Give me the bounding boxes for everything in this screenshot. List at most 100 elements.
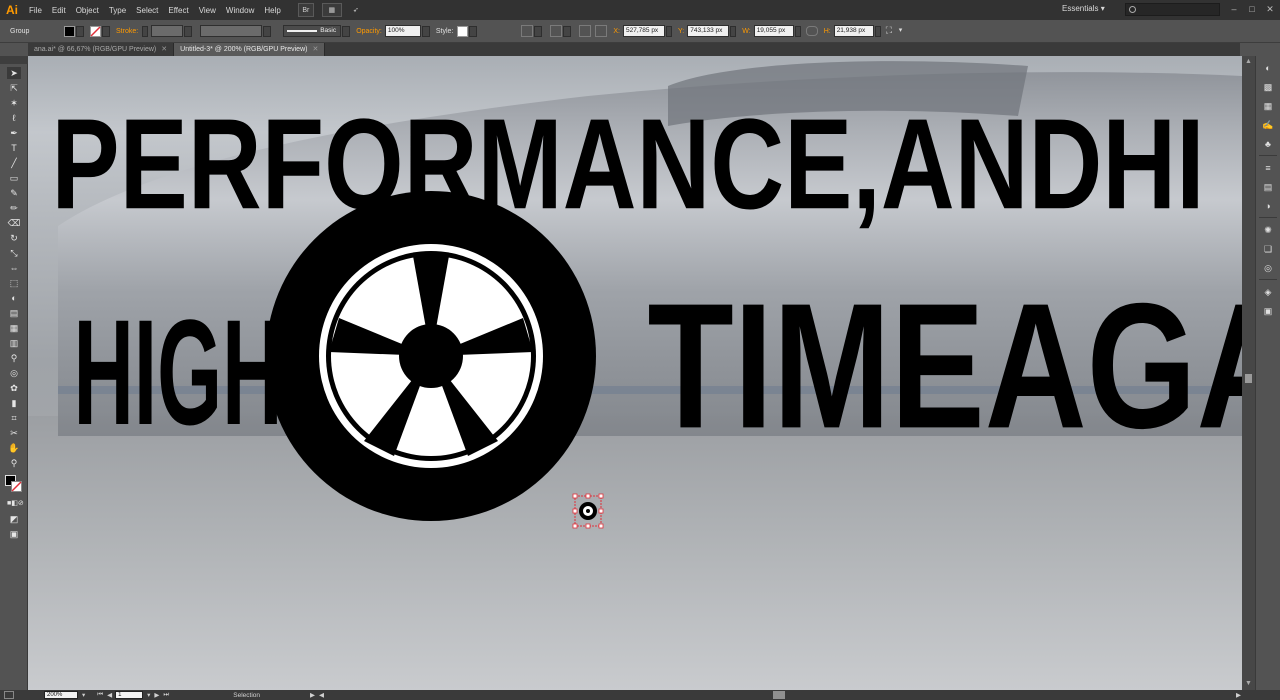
menu-view[interactable]: View xyxy=(194,6,221,15)
color-mode-icon[interactable]: ■◧⊘ xyxy=(7,498,24,510)
tab-untitled-3[interactable]: Untitled-3* @ 200% (RGB/GPU Preview) ✕ xyxy=(174,43,326,56)
menu-object[interactable]: Object xyxy=(71,6,104,15)
drawing-mode-icon[interactable]: ◩ xyxy=(7,513,21,525)
graphic-style-swatch[interactable] xyxy=(457,25,469,37)
x-field[interactable]: 527,785 px xyxy=(623,25,666,37)
stroke-color-swatch[interactable] xyxy=(11,481,22,492)
pen-tool-icon[interactable]: ✒ xyxy=(7,127,21,139)
brush-definition[interactable]: Basic xyxy=(283,25,342,37)
artboard-dropdown-icon[interactable]: ▾ xyxy=(147,691,150,699)
graph-icon[interactable]: ▮ xyxy=(7,397,21,409)
status-menu-icon[interactable]: ▶ xyxy=(310,691,315,699)
vertical-scroll-thumb[interactable] xyxy=(1245,374,1252,383)
scroll-up-icon[interactable]: ▲ xyxy=(1244,58,1253,66)
perspective-grid-icon[interactable]: ▤ xyxy=(7,307,21,319)
blend-icon[interactable]: ◎ xyxy=(7,367,21,379)
menu-file[interactable]: File xyxy=(24,6,47,15)
w-field[interactable]: 19,055 px xyxy=(753,25,794,37)
opacity-dropdown[interactable] xyxy=(421,25,430,37)
line-tool-icon[interactable]: ╱ xyxy=(7,157,21,169)
image-trace-icon[interactable]: ◎ xyxy=(1261,262,1275,275)
artboard-number-field[interactable]: 1 xyxy=(115,691,144,699)
selection-handle[interactable] xyxy=(598,493,604,499)
h-stepper[interactable] xyxy=(874,25,881,37)
menu-type[interactable]: Type xyxy=(104,6,131,15)
swatches-icon[interactable]: ▦ xyxy=(1261,100,1275,113)
selection-handle[interactable] xyxy=(572,508,578,514)
eraser-icon[interactable]: ⌫ xyxy=(7,217,21,229)
gradient-panel-icon[interactable]: ▤ xyxy=(1261,181,1275,194)
variable-width-profile[interactable] xyxy=(200,25,263,37)
symbols-icon[interactable]: ♣ xyxy=(1261,138,1275,151)
scroll-right-icon[interactable]: ▶ xyxy=(1236,691,1241,699)
scale-icon[interactable]: ⤡ xyxy=(7,247,21,259)
hand-icon[interactable]: ✋ xyxy=(7,442,21,454)
search-input[interactable] xyxy=(1125,3,1220,16)
maximize-icon[interactable]: □ xyxy=(1246,3,1258,15)
rectangle-tool-icon[interactable]: ▭ xyxy=(7,172,21,184)
variable-width-dropdown[interactable] xyxy=(263,25,272,37)
text-line-1[interactable]: PERFORMANCE,ANDHI xyxy=(51,91,1204,235)
screen-mode-icon[interactable]: ▣ xyxy=(7,528,21,540)
reference-point-icon[interactable] xyxy=(595,25,608,37)
pencil-icon[interactable]: ✏ xyxy=(7,202,21,214)
selection-handle[interactable] xyxy=(598,508,604,514)
close-tab-icon[interactable]: ✕ xyxy=(161,46,167,53)
stroke-swatch[interactable] xyxy=(90,25,101,37)
free-transform-icon[interactable]: ⬚ xyxy=(7,277,21,289)
x-stepper[interactable] xyxy=(666,25,673,37)
align-icon[interactable] xyxy=(521,25,534,37)
gpu-performance-icon[interactable]: ➶ xyxy=(348,3,364,17)
stroke-weight-stepper[interactable] xyxy=(142,25,149,37)
stroke-weight-field[interactable] xyxy=(151,25,184,37)
y-stepper[interactable] xyxy=(730,25,737,37)
tab-ana[interactable]: ana.ai* @ 66,67% (RGB/GPU Preview) ✕ xyxy=(28,43,175,56)
tools-panel-grip[interactable] xyxy=(0,56,28,64)
menu-window[interactable]: Window xyxy=(221,6,259,15)
selection-handle[interactable] xyxy=(572,493,578,499)
selection-handle[interactable] xyxy=(585,493,591,499)
slice-icon[interactable]: ✂ xyxy=(7,427,21,439)
stroke-label[interactable]: Stroke: xyxy=(116,28,138,35)
fill-swatch[interactable] xyxy=(64,25,75,37)
color-guide-icon[interactable]: ▩ xyxy=(1261,81,1275,94)
selection-handle[interactable] xyxy=(585,523,591,529)
fill-dropdown[interactable] xyxy=(76,25,84,37)
stroke-icon[interactable]: ≡ xyxy=(1261,162,1275,175)
artboards-icon[interactable]: ▣ xyxy=(1261,305,1275,318)
more-options-icon[interactable]: ⛶ xyxy=(886,25,898,37)
selection-handle[interactable] xyxy=(572,523,578,529)
status-toggle-icon[interactable] xyxy=(4,691,14,699)
menu-select[interactable]: Select xyxy=(131,6,163,15)
fill-stroke-swatches[interactable] xyxy=(0,473,28,495)
close-tab-icon[interactable]: ✕ xyxy=(312,46,318,53)
workspace-switcher[interactable]: Essentials ▾ xyxy=(1062,4,1105,13)
zoom-field[interactable]: 200% xyxy=(44,691,78,699)
width-tool-icon[interactable]: ⇔ xyxy=(7,262,21,274)
color-icon[interactable]: ◐ xyxy=(1261,62,1275,75)
eyedropper-icon[interactable]: ⚲ xyxy=(7,352,21,364)
transparency-icon[interactable]: ◑ xyxy=(1261,200,1275,213)
horizontal-scroll-thumb[interactable] xyxy=(773,691,785,699)
stroke-weight-dropdown[interactable] xyxy=(184,25,193,37)
artboard-canvas[interactable]: PERFORMANCE,ANDHI HIGH TIMEAGA xyxy=(28,56,1242,690)
zoom-icon[interactable]: ⚲ xyxy=(7,457,21,469)
menu-effect[interactable]: Effect xyxy=(163,6,193,15)
scroll-down-icon[interactable]: ▼ xyxy=(1244,680,1253,688)
layers-icon[interactable]: ◈ xyxy=(1261,286,1275,299)
w-stepper[interactable] xyxy=(794,25,801,37)
graphic-style-dropdown[interactable] xyxy=(469,25,478,37)
arrange-documents-icon[interactable]: ▦ xyxy=(321,3,342,17)
shape-dropdown[interactable] xyxy=(563,25,572,37)
selection-tool-icon[interactable]: ➤ xyxy=(7,67,21,79)
scroll-left-icon[interactable]: ◀ xyxy=(319,691,324,699)
menu-edit[interactable]: Edit xyxy=(47,6,71,15)
next-artboard-icon[interactable]: ▶ xyxy=(154,691,159,699)
shape-builder-icon[interactable]: ◐ xyxy=(7,292,21,304)
graphic-styles-icon[interactable]: ❏ xyxy=(1261,243,1275,256)
appearance-icon[interactable]: ✺ xyxy=(1261,224,1275,237)
close-icon[interactable]: ✕ xyxy=(1264,3,1276,15)
gradient-icon[interactable]: ▥ xyxy=(7,337,21,349)
text-line-2-left[interactable]: HIGH xyxy=(74,288,283,457)
last-artboard-icon[interactable]: ⏭ xyxy=(163,691,169,699)
